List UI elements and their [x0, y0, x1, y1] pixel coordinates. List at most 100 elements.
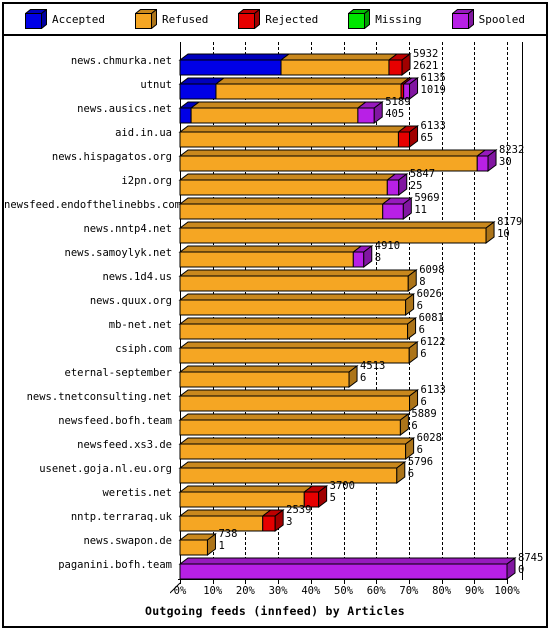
bar-value-total: 5969	[414, 192, 440, 204]
bar-value-total: 5847	[409, 168, 436, 180]
x-axis-tick-label: 50%	[334, 585, 353, 597]
bar-value-total: 5796	[407, 456, 434, 468]
bar-value-total: 6133	[420, 384, 446, 396]
x-axis-ticks: 0% 10% 20% 30% 40% 50% 60% 70% 80% 90% 100%	[4, 580, 546, 600]
bar-value-total: 738	[218, 528, 238, 540]
y-axis-label: weretis.net	[102, 487, 172, 499]
x-axis-tick	[474, 580, 476, 584]
x-axis-tick-label: 30%	[268, 585, 288, 597]
y-axis-label: news.ausics.net	[77, 103, 172, 115]
legend-item-accepted: Accepted	[24, 8, 105, 30]
y-axis-label: eternal-september	[64, 367, 172, 379]
bar-value-total: 8232	[499, 144, 525, 156]
bar-value-secondary: 6	[416, 444, 423, 456]
x-axis-tick-label: 40%	[301, 585, 321, 597]
legend-item-missing: Missing	[347, 8, 422, 30]
x-axis-tick-label: 70%	[399, 585, 419, 597]
x-axis-tick-label: 100%	[494, 585, 520, 597]
bar-value-total: 5932	[413, 48, 439, 60]
bar-value-secondary: 25	[409, 180, 423, 192]
cube-icon	[450, 8, 475, 30]
bar-value-secondary: 6	[420, 348, 427, 360]
bar-value-total: 8179	[497, 216, 523, 228]
bar-value-secondary: 6	[411, 420, 418, 432]
y-axis-labels: news.chmurka.net utnut news.ausics.net aid.…	[4, 36, 182, 581]
y-axis-label: usenet.goja.nl.eu.org	[39, 463, 172, 475]
x-axis-tick	[212, 580, 214, 584]
x-axis-tick-label: 10%	[203, 585, 223, 597]
x-axis-tick	[376, 580, 378, 584]
bar-value-total: 6028	[416, 432, 442, 444]
bar-value-secondary: 2621	[413, 60, 439, 72]
bar-value-secondary: 6	[407, 468, 415, 480]
bar-value-secondary: 0	[518, 564, 525, 576]
bar-value-total: 6026	[416, 288, 442, 300]
bar-value-total: 3700	[329, 480, 355, 492]
bar-value-secondary: 1	[218, 540, 225, 552]
y-axis-label: aid.in.ua	[115, 127, 172, 139]
y-axis-label: i2pn.org	[121, 175, 172, 187]
legend-label: Refused	[161, 12, 209, 26]
y-axis-label: news.swapon.de	[83, 535, 172, 547]
y-axis-label: newsfeed.xs3.de	[77, 439, 172, 451]
bar-value-total: 5189	[385, 96, 411, 108]
x-axis-tick	[343, 580, 345, 584]
y-axis-label: csiph.com	[115, 343, 172, 355]
y-axis-label: news.samoylyk.net	[64, 247, 172, 259]
legend-label: Rejected	[265, 12, 319, 26]
bar-value-secondary: 6	[360, 372, 367, 384]
bar-value-secondary: 6	[420, 396, 427, 408]
bar-value-total: 6133	[420, 120, 446, 132]
bar-value-total: 4513	[360, 360, 386, 372]
chart-title: Outgoing feeds (innfeed) by Articles	[144, 604, 406, 618]
bar-value-total: 5889	[411, 408, 437, 420]
y-axis-label: newsfeed.endofthelinebbs.com	[4, 199, 182, 211]
legend-label: Missing	[375, 12, 422, 26]
bar-value-secondary: 8	[419, 276, 426, 288]
x-axis-tick-label: 90%	[464, 585, 484, 597]
bar-value-secondary: 3	[286, 516, 293, 528]
legend-label: Spooled	[478, 12, 525, 26]
x-axis-tick	[507, 580, 508, 584]
y-axis-label: news.tnetconsulting.net	[26, 391, 172, 403]
bar-value-secondary: 1019	[420, 84, 446, 96]
bar-value-secondary: 65	[420, 132, 434, 144]
bar-value-secondary: 8	[374, 252, 382, 264]
bar-value-total: 2539	[286, 504, 312, 516]
y-axis-label: newsfeed.bofh.team	[58, 415, 172, 427]
x-axis-tick-label: 60%	[366, 585, 386, 597]
cube-icon	[134, 8, 158, 30]
bar-value-secondary: 10	[497, 228, 510, 240]
bar-value-secondary: 11	[414, 204, 427, 216]
y-axis-label: news.nntp4.net	[83, 223, 172, 235]
y-axis-label: news.hispagatos.org	[51, 151, 172, 163]
x-axis-tick	[245, 580, 247, 584]
x-axis-tick-label: 0%	[173, 585, 187, 597]
legend-label: Accepted	[51, 12, 105, 26]
bar-value-secondary: 6	[418, 324, 425, 336]
y-axis-label: utnut	[140, 79, 172, 91]
bar-value-secondary: 6	[416, 300, 423, 312]
y-axis-label: nntp.terraraq.uk	[70, 511, 172, 523]
y-axis-label: mb-net.net	[108, 319, 172, 331]
bar-value-secondary: 5	[329, 492, 336, 504]
chart-plot: 5932 2621 6135 1019 5189 405 6133 65 8232 30 5847 2…	[4, 36, 546, 626]
y-axis-label: news.1d4.us	[102, 271, 172, 283]
x-axis-tick	[441, 580, 443, 584]
bar-value-total: 6135	[420, 72, 446, 84]
y-axis-label: news.quux.org	[89, 295, 172, 307]
x-axis-tick	[278, 580, 280, 584]
bar-value-total: 6122	[420, 336, 446, 348]
chart-legend: Accepted Refused Rejected Missing Spooled	[4, 4, 546, 36]
bar-value-total: 6081	[418, 312, 444, 324]
bar-value-total: 8745	[518, 552, 544, 564]
legend-item-spooled: Spooled	[450, 8, 525, 30]
x-axis-tick-label: 80%	[432, 585, 452, 597]
bar-value-secondary: 30	[499, 156, 512, 168]
cube-icon	[237, 8, 262, 30]
cube-icon	[347, 8, 372, 30]
chart-frame: Accepted Refused Rejected Missing Spooled 59…	[2, 2, 548, 628]
x-axis-tick-label: 20%	[235, 585, 255, 597]
bar-value-total: 4910	[374, 240, 401, 252]
bar-value-total: 6098	[419, 264, 445, 276]
